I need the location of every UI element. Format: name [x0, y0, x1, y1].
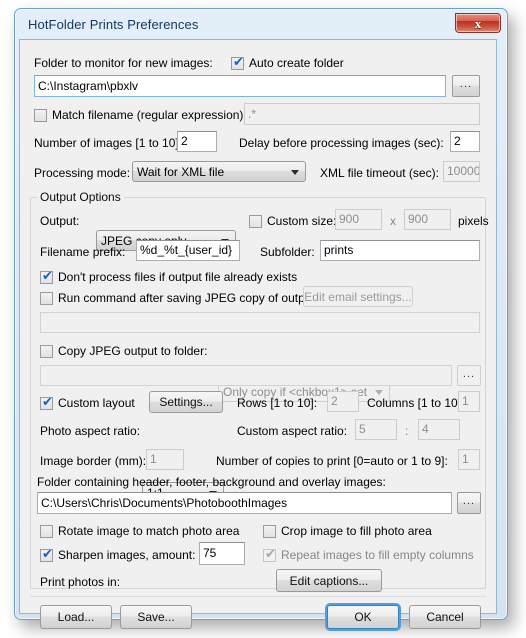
- subfolder-label: Subfolder:: [260, 245, 315, 259]
- copies-label: Number of copies to print [0=auto or 1 t…: [216, 454, 448, 468]
- sharpen-amount-input[interactable]: 75: [199, 542, 245, 565]
- xml-timeout-input[interactable]: 10000: [443, 161, 480, 182]
- layout-settings-button[interactable]: Settings...: [149, 391, 223, 413]
- chevron-down-icon: [375, 389, 383, 395]
- image-border-label: Image border (mm):: [40, 454, 147, 468]
- save-button[interactable]: Save...: [120, 605, 192, 629]
- copy-jpeg-checkbox[interactable]: Copy JPEG output to folder:: [40, 343, 207, 359]
- sharpen-images-label: Sharpen images, amount:: [58, 548, 196, 562]
- custom-layout-label: Custom layout: [58, 396, 135, 410]
- match-filename-label: Match filename (regular expression):: [52, 108, 247, 122]
- window-title: HotFolder Prints Preferences: [28, 17, 199, 32]
- subfolder-input[interactable]: prints: [320, 240, 480, 261]
- folder-monitor-browse-button[interactable]: ...: [452, 75, 480, 97]
- custom-size-checkbox[interactable]: Custom size:: [249, 213, 336, 229]
- columns-input[interactable]: 1: [458, 391, 480, 412]
- checkbox-box: ✔: [263, 546, 276, 562]
- copies-input[interactable]: 1: [458, 449, 480, 470]
- number-of-images-input[interactable]: 2: [177, 131, 217, 152]
- dialog-client-area: Folder to monitor for new images: ✔ Auto…: [19, 39, 497, 629]
- copy-folder-input[interactable]: [40, 365, 452, 386]
- columns-label: Columns [1 to 10]:: [367, 396, 465, 410]
- print-photos-label: Print photos in:: [40, 575, 121, 589]
- custom-height-input[interactable]: 900: [404, 209, 451, 230]
- image-border-input[interactable]: 1: [146, 449, 184, 470]
- cancel-button[interactable]: Cancel: [409, 605, 481, 629]
- filename-prefix-label: Filename prefix:: [40, 245, 126, 259]
- dont-process-label: Don't process files if output file alrea…: [58, 270, 298, 284]
- custom-aspect-height-input[interactable]: 4: [418, 419, 460, 440]
- checkbox-box: [40, 291, 53, 305]
- checkbox-box: ✔: [40, 394, 53, 410]
- sharpen-images-checkbox[interactable]: ✔ Sharpen images, amount:: [40, 547, 195, 563]
- check-icon: ✔: [42, 394, 53, 410]
- run-command-label: Run command after saving JPEG copy of ou…: [58, 291, 319, 305]
- match-filename-checkbox[interactable]: Match filename (regular expression):: [34, 107, 247, 123]
- run-command-checkbox[interactable]: Run command after saving JPEG copy of ou…: [40, 290, 318, 306]
- repeat-images-checkbox[interactable]: ✔ Repeat images to fill empty columns: [263, 547, 474, 563]
- close-icon: x: [474, 15, 482, 31]
- check-icon: ✔: [42, 268, 53, 284]
- checkbox-box: ✔: [231, 54, 244, 70]
- number-of-images-label: Number of images [1 to 10]:: [34, 136, 183, 150]
- run-command-input[interactable]: [40, 312, 480, 333]
- custom-size-separator: x: [390, 214, 396, 228]
- output-label: Output:: [40, 214, 80, 228]
- photo-aspect-label: Photo aspect ratio:: [40, 424, 141, 438]
- custom-size-label: Custom size:: [267, 214, 337, 228]
- dont-process-checkbox[interactable]: ✔ Don't process files if output file alr…: [40, 269, 297, 285]
- title-bar[interactable]: HotFolder Prints Preferences x: [19, 13, 503, 40]
- output-options-title: Output Options: [37, 190, 124, 204]
- match-filename-input[interactable]: .*: [244, 103, 480, 125]
- checkbox-box: [40, 524, 53, 538]
- checkbox-box: [34, 108, 47, 122]
- ok-button[interactable]: OK: [327, 605, 399, 629]
- overlay-folder-input[interactable]: C:\Users\Chris\Documents\PhotoboothImage…: [37, 492, 452, 514]
- crop-image-label: Crop image to fill photo area: [281, 524, 432, 538]
- check-icon: ✔: [233, 54, 244, 70]
- checkbox-box: [249, 214, 262, 228]
- auto-create-folder-checkbox[interactable]: ✔ Auto create folder: [231, 55, 344, 71]
- edit-captions-button[interactable]: Edit captions...: [276, 569, 382, 592]
- custom-aspect-label: Custom aspect ratio:: [237, 424, 348, 438]
- rows-input[interactable]: 2: [327, 391, 359, 412]
- delay-label: Delay before processing images (sec):: [239, 136, 444, 150]
- overlay-folder-label: Folder containing header, footer, backgr…: [37, 475, 386, 489]
- checkbox-box: [40, 344, 53, 358]
- rotate-image-label: Rotate image to match photo area: [58, 524, 240, 538]
- folder-monitor-label: Folder to monitor for new images:: [34, 56, 213, 70]
- close-button[interactable]: x: [455, 13, 501, 33]
- check-icon: ✔: [42, 546, 53, 562]
- checkbox-box: ✔: [40, 268, 53, 284]
- processing-mode-value: Wait for XML file: [137, 164, 225, 179]
- custom-width-input[interactable]: 900: [335, 209, 382, 230]
- rotate-image-checkbox[interactable]: Rotate image to match photo area: [40, 523, 239, 539]
- folder-monitor-input[interactable]: C:\Instagram\pbxlv: [34, 75, 446, 97]
- custom-aspect-width-input[interactable]: 5: [355, 419, 397, 440]
- delay-input[interactable]: 2: [450, 131, 480, 152]
- crop-image-checkbox[interactable]: Crop image to fill photo area: [263, 523, 432, 539]
- auto-create-folder-label: Auto create folder: [249, 56, 344, 70]
- check-icon: ✔: [265, 546, 276, 562]
- repeat-images-label: Repeat images to fill empty columns: [281, 548, 474, 562]
- chevron-down-icon: [291, 169, 299, 175]
- rows-label: Rows [1 to 10]:: [237, 396, 318, 410]
- footer-divider: [30, 596, 486, 597]
- copy-jpeg-label: Copy JPEG output to folder:: [58, 344, 208, 358]
- pixels-label: pixels: [458, 214, 489, 228]
- checkbox-box: [263, 524, 276, 538]
- custom-layout-checkbox[interactable]: ✔ Custom layout: [40, 395, 135, 411]
- overlay-folder-browse-button[interactable]: ...: [457, 492, 481, 514]
- custom-aspect-separator: :: [405, 424, 409, 438]
- filename-prefix-input[interactable]: %d_%t_{user_id}: [136, 240, 240, 261]
- checkbox-box: ✔: [40, 546, 53, 562]
- xml-timeout-label: XML file timeout (sec):: [320, 166, 439, 180]
- processing-mode-label: Processing mode:: [34, 166, 131, 180]
- edit-email-settings-button[interactable]: Edit email settings...: [303, 286, 413, 307]
- screen: HotFolder Prints Preferences x Folder to…: [0, 0, 526, 638]
- preferences-dialog: HotFolder Prints Preferences x Folder to…: [14, 8, 508, 629]
- copy-folder-browse-button[interactable]: ...: [457, 365, 481, 386]
- processing-mode-select[interactable]: Wait for XML file: [132, 161, 306, 182]
- load-button[interactable]: Load...: [40, 605, 112, 629]
